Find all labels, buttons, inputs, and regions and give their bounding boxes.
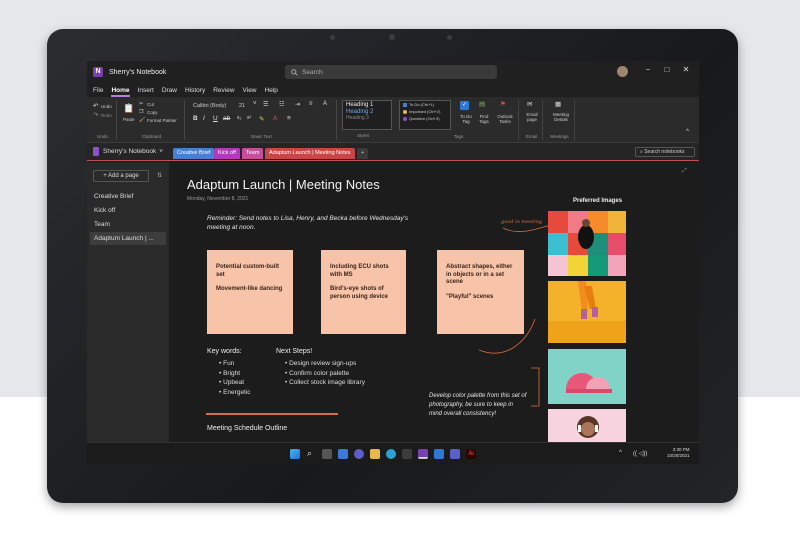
divider	[206, 413, 338, 415]
taskbar: ⌕ Ai ^ (( ◁)) 2:30 PM 10/20/2021	[87, 442, 699, 464]
outlook-icon[interactable]	[434, 449, 444, 459]
ink-bracket	[531, 367, 540, 407]
camera-icon	[389, 34, 395, 40]
photo-image	[566, 373, 612, 393]
date: 10/20/2021	[667, 453, 690, 458]
screen: N Sherry's Notebook Search − □ ✕ File Ho…	[87, 61, 699, 464]
photo-image	[548, 281, 626, 343]
photo-person-headphones[interactable]	[548, 409, 626, 442]
network-volume-icons[interactable]: (( ◁))	[633, 450, 647, 457]
list-item: • Fun	[219, 360, 235, 367]
list-item: • Energetic	[219, 388, 251, 396]
clock[interactable]: 2:30 PM 10/20/2021	[667, 447, 690, 459]
photo-abstract-shapes[interactable]	[548, 349, 626, 404]
file-explorer-icon[interactable]	[370, 449, 380, 459]
next-steps-list[interactable]: • Design review sign-ups • Confirm color…	[285, 359, 365, 388]
list-item: • Collect stock image library	[285, 379, 365, 386]
sticky-text: Including ECU shots with MS	[330, 264, 389, 278]
sensor-dot	[447, 35, 452, 40]
sticky-text: "Playful" scenes	[446, 293, 494, 300]
edge-icon[interactable]	[386, 449, 396, 459]
keywords-heading[interactable]: Key words:	[207, 348, 242, 355]
sticky-text: Abstract shapes, either in objects or in…	[446, 264, 513, 285]
search-icon[interactable]: ⌕	[307, 448, 312, 459]
list-item: • Design review sign-ups	[285, 360, 357, 367]
widgets-icon[interactable]	[338, 449, 348, 459]
sticky-text: Movement-like dancing	[216, 286, 283, 292]
illustrator-icon[interactable]: Ai	[466, 449, 476, 459]
store-icon[interactable]	[402, 449, 412, 459]
list-item: • Upbeat	[219, 379, 245, 386]
photo-image	[548, 211, 626, 276]
sticky-note[interactable]: Potential custom-built set Movement-like…	[207, 250, 293, 334]
sticky-note[interactable]: Abstract shapes, either in objects or in…	[437, 250, 524, 334]
handwriting-note: good in meeting	[501, 219, 542, 225]
sensor-dot	[330, 35, 335, 40]
develop-note[interactable]: Develop color palette from this set of p…	[429, 392, 527, 419]
photo-image	[577, 416, 599, 438]
list-item: • Confirm color palette	[285, 369, 350, 377]
show-hidden-icons-button[interactable]: ^	[619, 450, 622, 456]
next-steps-heading[interactable]: Next Steps!	[276, 348, 312, 355]
teams-icon[interactable]	[450, 449, 460, 459]
chat-icon[interactable]	[354, 449, 364, 459]
list-item: • Bright	[219, 369, 241, 377]
task-view-icon[interactable]	[322, 449, 332, 459]
start-icon[interactable]	[290, 449, 300, 459]
sticky-text: Potential custom-built set	[216, 264, 279, 278]
schedule-heading[interactable]: Meeting Schedule Outline	[207, 425, 287, 432]
onenote-icon[interactable]	[418, 449, 428, 459]
sticky-note[interactable]: Including ECU shots with MS Bird's-eye s…	[321, 250, 406, 334]
photo-grid-dancer[interactable]	[548, 211, 626, 276]
photo-legs-jumping[interactable]	[548, 281, 626, 343]
keywords-list[interactable]: • Fun • Bright • Upbeat • Energetic	[219, 359, 251, 397]
sticky-text: Bird's-eye shots of person using device	[330, 286, 389, 300]
preferred-images-heading[interactable]: Preferred Images	[573, 198, 622, 204]
